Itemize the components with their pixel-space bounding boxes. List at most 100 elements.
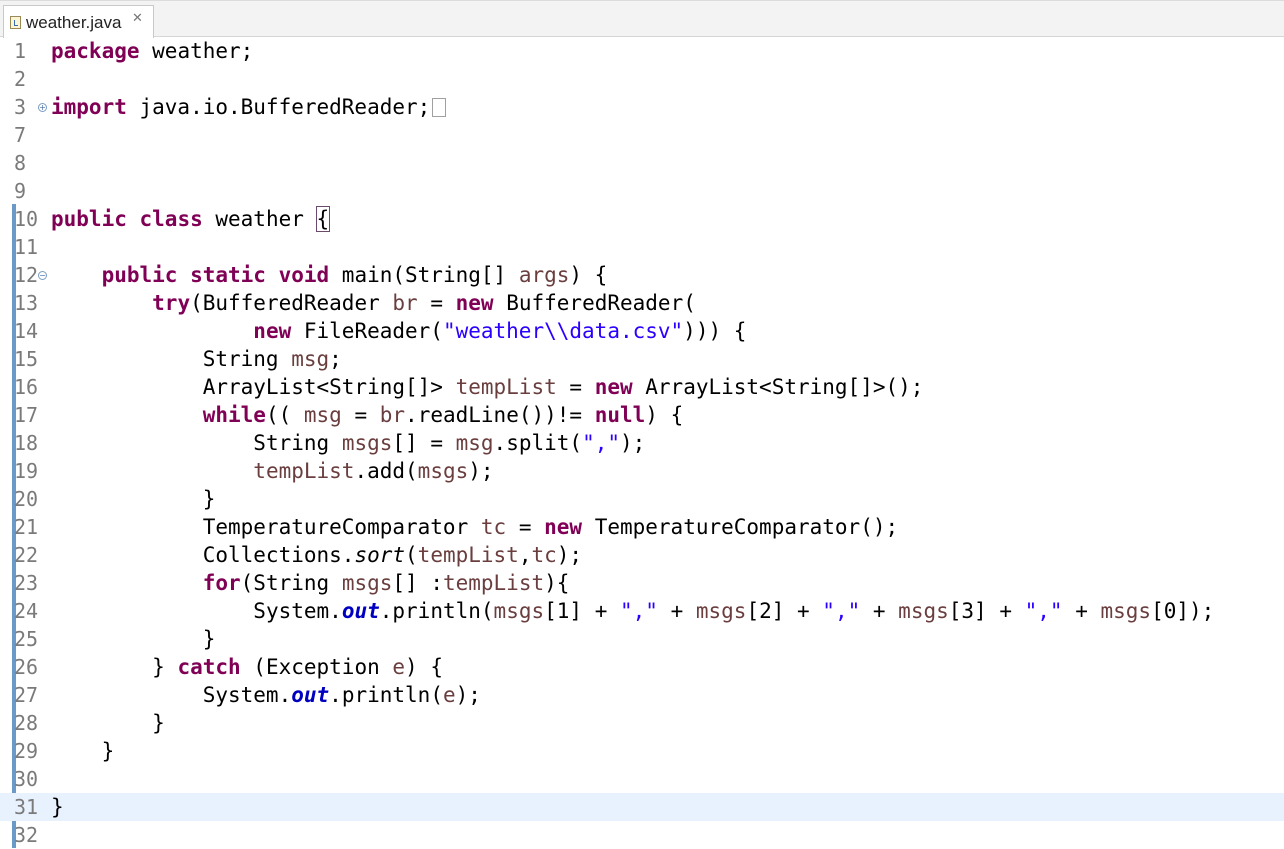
line-number: 31: [14, 795, 39, 819]
variable: tc: [531, 543, 557, 567]
keyword: while: [202, 403, 266, 427]
static-field: out: [341, 599, 380, 623]
keyword: new: [455, 291, 494, 315]
tab-weather-java[interactable]: weather.java ✕: [3, 5, 154, 38]
code-line: 25 }: [0, 625, 1284, 653]
code-line: 28 }: [0, 709, 1284, 737]
line-number: 30: [14, 767, 39, 791]
current-line: 31}: [0, 793, 1284, 821]
variable: tempList: [253, 459, 355, 483]
code-line: 17 while(( msg = br.readLine())!= null) …: [14, 403, 684, 427]
variable: msg: [291, 347, 330, 371]
variable: msgs: [341, 571, 393, 595]
code-line: 18 String msgs[] = msg.split(",");: [14, 431, 646, 455]
line-number: 16: [14, 375, 39, 399]
variable: tc: [480, 515, 507, 539]
line-number: 25: [14, 627, 39, 651]
line-number: 21: [14, 515, 39, 539]
string-literal: ",": [582, 431, 620, 455]
variable: msgs: [695, 599, 747, 623]
code-line: 8: [0, 149, 1284, 177]
line-number: 18: [14, 431, 39, 455]
line-number: 28: [14, 711, 39, 735]
expand-fold-icon[interactable]: +: [38, 103, 47, 112]
editor-tab-bar: weather.java ✕: [0, 0, 1284, 38]
variable: e: [442, 683, 456, 707]
code-line: 20 }: [0, 485, 1284, 513]
keyword: new: [594, 375, 633, 399]
tab-title: weather.java: [26, 13, 122, 32]
string-literal: ",": [619, 599, 658, 623]
keyword: public static void: [101, 263, 330, 287]
line-number: 8: [14, 151, 27, 175]
static-method: sort: [354, 543, 406, 567]
code-line: 15 String msg;: [14, 347, 342, 371]
code-line: 21 TemperatureComparator tc = new Temper…: [14, 515, 899, 539]
code-text: weather;: [139, 39, 254, 63]
variable: tempList: [455, 375, 557, 399]
variable: tempList: [417, 543, 519, 567]
keyword: public: [51, 207, 127, 231]
close-icon[interactable]: ✕: [132, 11, 143, 26]
line-number: 20: [14, 487, 39, 511]
variable: msg: [455, 431, 494, 455]
string-literal: "weather\\data.csv": [442, 319, 684, 343]
code-line: 19 tempList.add(msgs);: [14, 459, 494, 483]
code-line: 24 System.out.println(msgs[1] + "," + ms…: [14, 599, 1215, 623]
java-file-icon: [10, 16, 21, 29]
line-number: 12: [14, 263, 39, 287]
code-line: 10 public class weather {: [0, 205, 1284, 233]
keyword: null: [594, 403, 646, 427]
code-line: 2: [0, 65, 1284, 93]
keyword: catch: [177, 655, 241, 679]
static-field: out: [291, 683, 330, 707]
variable: msgs: [898, 599, 949, 623]
collapsed-imports-icon[interactable]: [432, 98, 447, 117]
line-number: 7: [14, 123, 27, 147]
line-number: 2: [14, 67, 27, 91]
line-number: 9: [14, 179, 27, 203]
code-text: }: [51, 711, 165, 735]
keyword: for: [202, 571, 241, 595]
line-number: 29: [14, 739, 39, 763]
line-number: 26: [14, 655, 39, 679]
string-literal: ",": [822, 599, 861, 623]
variable: tempList: [442, 571, 545, 595]
code-line: 23 for(String msgs[] :tempList){: [14, 571, 570, 595]
code-text: main(String[]: [329, 263, 519, 287]
code-line: 14 new FileReader("weather\\data.csv")))…: [14, 319, 747, 343]
code-editor[interactable]: 1 package weather; 2 3 + import java.io.Buf…: [0, 37, 1284, 848]
line-number: 1: [14, 39, 27, 63]
code-line: 3 + import java.io.BufferedReader;: [0, 93, 1284, 121]
line-number: 14: [14, 319, 39, 343]
code-line: 13 try(BufferedReader br = new BufferedR…: [14, 291, 696, 315]
matching-bracket: {: [315, 206, 331, 232]
code-text: }: [51, 627, 216, 651]
line-number: 17: [14, 403, 39, 427]
variable: msgs: [341, 431, 393, 455]
line-number: 3: [14, 95, 27, 119]
line-number: 15: [14, 347, 39, 371]
variable: msgs: [1100, 599, 1152, 623]
variable: args: [518, 263, 570, 287]
keyword: new: [253, 319, 292, 343]
variable: msgs: [493, 599, 545, 623]
code-line: 22 Collections.sort(tempList,tc);: [14, 543, 583, 567]
code-text: }: [51, 487, 216, 511]
code-text: java.io.BufferedReader;: [126, 95, 431, 119]
variable: msg: [303, 403, 342, 427]
keyword: class: [139, 207, 203, 231]
code-line: 32: [0, 821, 1284, 849]
variable: msgs: [417, 459, 469, 483]
code-text: ) {: [569, 263, 608, 287]
variable: br: [379, 403, 406, 427]
collapse-fold-icon[interactable]: −: [38, 271, 47, 280]
code-line: 12− public static void main(String[] arg…: [0, 261, 1284, 289]
code-line: 16 ArrayList<String[]> tempList = new Ar…: [14, 375, 924, 399]
code-line: 7: [0, 121, 1284, 149]
string-literal: ",": [1024, 599, 1063, 623]
keyword: import: [51, 95, 127, 119]
code-text: weather: [202, 207, 317, 231]
line-number: 10: [14, 207, 39, 231]
code-line: 9: [0, 177, 1284, 205]
